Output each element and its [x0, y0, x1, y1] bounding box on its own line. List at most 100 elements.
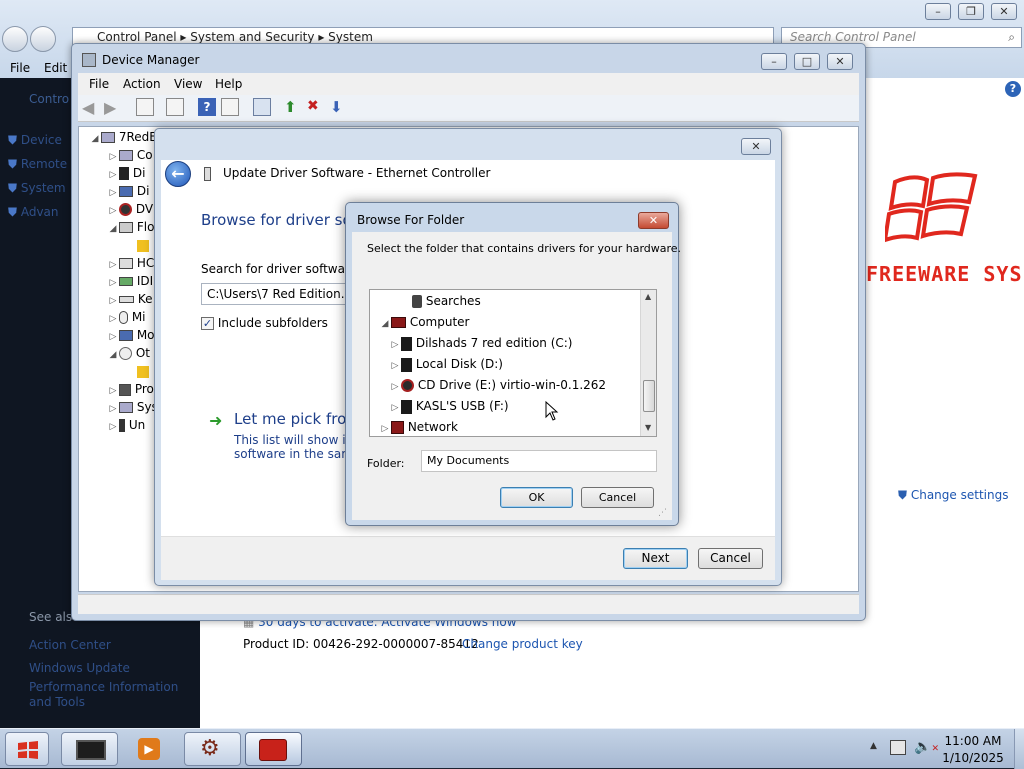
device-tree-item[interactable]: ▷ Pro — [107, 380, 154, 398]
folder-label: Folder: — [367, 457, 405, 470]
usb-controllers-icon — [119, 419, 125, 432]
menu-action[interactable]: Action — [123, 73, 161, 95]
device-tree-item[interactable]: ◢ Flo — [107, 218, 155, 236]
change-product-key-link[interactable]: Change product key — [462, 637, 583, 651]
minimize-button[interactable]: – — [761, 53, 787, 70]
ok-button[interactable]: OK — [500, 487, 573, 508]
device-tree-item[interactable]: ◢ Ot — [107, 344, 150, 362]
oem-logo-text: FREEWARE SYS — [866, 262, 1023, 286]
taskbar-item-media-player[interactable]: ▶ — [123, 732, 180, 766]
device-tree-item[interactable] — [137, 236, 149, 254]
start-button[interactable] — [5, 732, 49, 766]
folder-tree-item-drive-e[interactable]: ▷ CD Drive (E:) virtio-win-0.1.262 — [389, 375, 606, 396]
control-panel-home-link[interactable]: Contro — [29, 92, 69, 106]
menu-file[interactable]: File — [89, 73, 109, 95]
folder-name-input[interactable]: My Documents — [421, 450, 657, 472]
folder-tree-item-drive-d[interactable]: ▷ Local Disk (D:) — [389, 354, 503, 375]
sidebar-link-advanced[interactable]: ⛊ Advan — [8, 200, 67, 224]
driver-path-input[interactable]: C:\Users\7 Red Edition.7Re — [201, 283, 361, 305]
clock-time[interactable]: 11:00 AM — [940, 734, 1006, 748]
sidebar-link-remote[interactable]: ⛊ Remote — [8, 152, 67, 176]
shield-icon: ⛊ — [8, 157, 18, 171]
device-tree-item[interactable]: ▷ Mo — [107, 326, 155, 344]
console-tree-icon[interactable] — [136, 98, 154, 116]
scroll-down-arrow-icon[interactable]: ▼ — [645, 423, 651, 432]
device-tree-item[interactable]: ▷ Sys — [107, 398, 158, 416]
volume-muted-icon[interactable]: 🔈✕ — [914, 739, 939, 755]
see-also-link[interactable]: Windows Update — [29, 657, 194, 680]
clock-date[interactable]: 1/10/2025 — [940, 751, 1006, 765]
taskbar-item-explorer[interactable] — [61, 732, 118, 766]
device-tree-item[interactable]: ▷ Di — [107, 182, 150, 200]
folder-tree-item-drive-f[interactable]: ▷ KASL'S USB (F:) — [389, 396, 509, 417]
folder-tree-item-network[interactable]: ▷ Network — [379, 417, 458, 436]
sidebar-link-label: System — [20, 181, 66, 195]
sidebar-link-system-protection[interactable]: ⛊ System — [8, 176, 67, 200]
menu-help[interactable]: Help — [215, 73, 242, 95]
update-driver-title: Update Driver Software - Ethernet Contro… — [223, 166, 491, 180]
forward-arrow-icon[interactable]: ▶ — [104, 98, 122, 117]
folder-tree-item-computer[interactable]: ◢ Computer — [379, 312, 470, 333]
device-tree-item[interactable]: ▷ Di — [107, 164, 145, 182]
scroll-thumb[interactable] — [643, 380, 655, 412]
forward-button[interactable] — [30, 26, 56, 52]
see-also-link[interactable]: Action Center — [29, 634, 194, 657]
device-tree-item[interactable]: ▷ Un — [107, 416, 145, 434]
scan-hardware-icon[interactable] — [253, 98, 271, 116]
properties-icon[interactable] — [166, 98, 184, 116]
device-tree-item[interactable]: ▷ IDI — [107, 272, 154, 290]
close-button[interactable]: ✕ — [638, 212, 669, 229]
show-desktop-button[interactable] — [1014, 729, 1024, 769]
menu-view[interactable]: View — [174, 73, 202, 95]
close-button[interactable]: ✕ — [741, 138, 771, 155]
cancel-button[interactable]: Cancel — [581, 487, 654, 508]
back-arrow-icon[interactable]: ◀ — [82, 98, 100, 117]
sidebar-link-device-manager[interactable]: ⛊ Device — [8, 128, 67, 152]
sidebar-link-label: Remote — [20, 157, 68, 171]
action-pane-icon[interactable] — [221, 98, 239, 116]
next-button[interactable]: Next — [623, 548, 688, 569]
explorer-icon — [76, 740, 106, 760]
drive-icon — [401, 357, 412, 372]
minimize-button[interactable]: – — [925, 3, 951, 20]
device-tree-item[interactable]: ▷ DV — [107, 200, 153, 218]
back-button[interactable] — [2, 26, 28, 52]
device-tree-item[interactable]: ▷ HC — [107, 254, 155, 272]
maximize-button[interactable]: □ — [794, 53, 820, 70]
cancel-button[interactable]: Cancel — [698, 548, 763, 569]
show-hidden-icons-icon[interactable]: ▲ — [870, 741, 877, 751]
resize-grip-icon[interactable]: ⋰ — [658, 508, 667, 518]
device-tree-item[interactable]: ▷ Mi — [107, 308, 146, 326]
breadcrumb-item[interactable]: System and Security — [190, 30, 314, 44]
enable-device-icon[interactable]: ⬇ — [330, 98, 348, 116]
network-adapter-icon — [204, 167, 211, 181]
uninstall-icon[interactable]: ✖ — [307, 98, 325, 116]
breadcrumb-item[interactable]: Control Panel — [97, 30, 177, 44]
close-button[interactable]: ✕ — [827, 53, 853, 70]
close-button[interactable]: ✕ — [991, 3, 1017, 20]
back-button[interactable]: ← — [165, 161, 191, 187]
change-settings-link[interactable]: ⛊ Change settings — [898, 488, 1008, 503]
help-icon[interactable]: ? — [1005, 81, 1021, 97]
breadcrumb-item[interactable]: System — [328, 30, 373, 44]
taskbar-item-system-tools[interactable]: ⚙ — [184, 732, 241, 766]
device-tree-item[interactable]: ▷ Co — [107, 146, 153, 164]
help-topics-icon[interactable]: ? — [198, 98, 216, 116]
folder-tree-scrollbar[interactable]: ▲ ▼ — [640, 290, 656, 436]
see-also-link[interactable]: Performance Information and Tools — [29, 680, 194, 710]
device-tree-root-label: 7RedE — [118, 130, 157, 144]
action-center-icon[interactable] — [890, 740, 906, 755]
folder-tree-item-drive-c[interactable]: ▷ Dilshads 7 red edition (C:) — [389, 333, 572, 354]
update-driver-icon[interactable]: ⬆ — [284, 98, 302, 116]
include-subfolders-checkbox[interactable]: ✓ Include subfolders — [201, 316, 328, 330]
device-tree-item[interactable]: ▷ Ke — [107, 290, 153, 308]
scroll-up-arrow-icon[interactable]: ▲ — [645, 292, 651, 301]
menu-file[interactable]: File — [10, 58, 30, 78]
folder-tree-item-searches[interactable]: Searches — [400, 291, 481, 312]
device-tree-item[interactable] — [137, 362, 149, 380]
maximize-button[interactable]: ❐ — [958, 3, 984, 20]
device-tree-root[interactable]: ◢ 7RedE — [89, 128, 157, 146]
pick-from-list-option[interactable]: ➜ Let me pick from This list will show i… — [209, 410, 364, 470]
menu-edit[interactable]: Edit — [44, 58, 67, 78]
taskbar-item-device-manager[interactable] — [245, 732, 302, 766]
